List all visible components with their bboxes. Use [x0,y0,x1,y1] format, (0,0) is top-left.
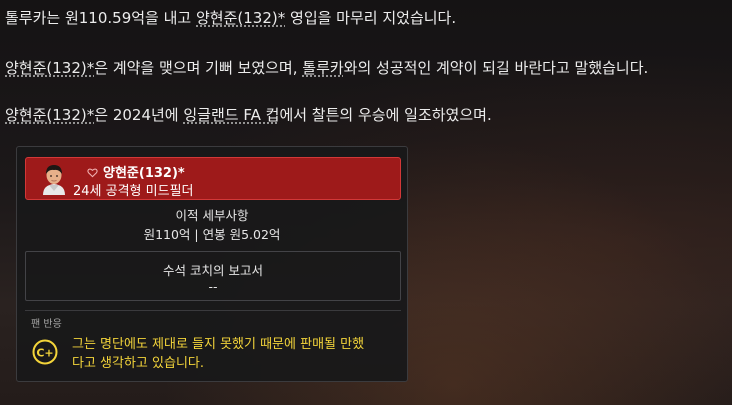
player-link[interactable]: 양현준(132)* [5,106,94,124]
transfer-card: 양현준(132)* 24세 공격형 미드필더 이적 세부사항 원110억 | 연… [16,146,408,382]
heart-outline-icon[interactable] [87,167,98,178]
player-name[interactable]: 양현준(132)* [103,162,185,181]
player-link[interactable]: 양현준(132)* [5,59,94,77]
fan-reaction-section: 팬 반응 C+ 그는 명단에도 제대로 들지 못했기 때문에 판매될 만했다고 … [25,310,401,378]
news-paragraph-3: 양현준(132)*은 2024년에 잉글랜드 FA 컵에서 찰튼의 우승에 일조… [5,105,492,125]
competition-link[interactable]: 잉글랜드 FA 컵 [183,106,279,124]
news-text: 와의 성공적인 계약이 되길 바란다고 말했습니다. [343,59,649,77]
player-link[interactable]: 양현준(132)* [196,9,285,27]
news-text: 톨루카는 원110.59억을 내고 [5,9,196,27]
player-row[interactable]: 양현준(132)* 24세 공격형 미드필더 [25,157,401,200]
news-text: 영입을 마무리 지었습니다. [285,9,457,27]
news-text: 은 계약을 맺으며 기뻐 보였으며, [94,59,303,77]
player-role: 24세 공격형 미드필더 [73,184,194,199]
news-text: 에서 찰튼의 우승에 일조하였으며. [279,106,492,124]
transfer-details-title: 이적 세부사항 [175,208,249,223]
coach-report-box: 수석 코치의 보고서 -- [25,251,401,301]
news-paragraph-2: 양현준(132)*은 계약을 맺으며 기뻐 보였으며, 톨루카와의 성공적인 계… [5,58,648,78]
coach-report-value: -- [208,279,218,294]
fan-grade-label: C+ [36,347,53,360]
player-avatar [43,165,65,195]
news-text: 은 2024년에 [94,106,184,124]
club-link[interactable]: 톨루카 [302,59,343,77]
coach-report-title: 수석 코치의 보고서 [163,263,263,278]
news-paragraph-1: 톨루카는 원110.59억을 내고 양현준(132)* 영입을 마무리 지었습니… [5,8,456,28]
fan-reaction-label: 팬 반응 [31,319,62,330]
grade-badge-icon: C+ [32,339,58,365]
transfer-details-value: 원110억 | 연봉 원5.02억 [143,227,281,242]
fan-reaction-text: 그는 명단에도 제대로 들지 못했기 때문에 판매될 만했다고 생각하고 있습니… [72,337,365,371]
